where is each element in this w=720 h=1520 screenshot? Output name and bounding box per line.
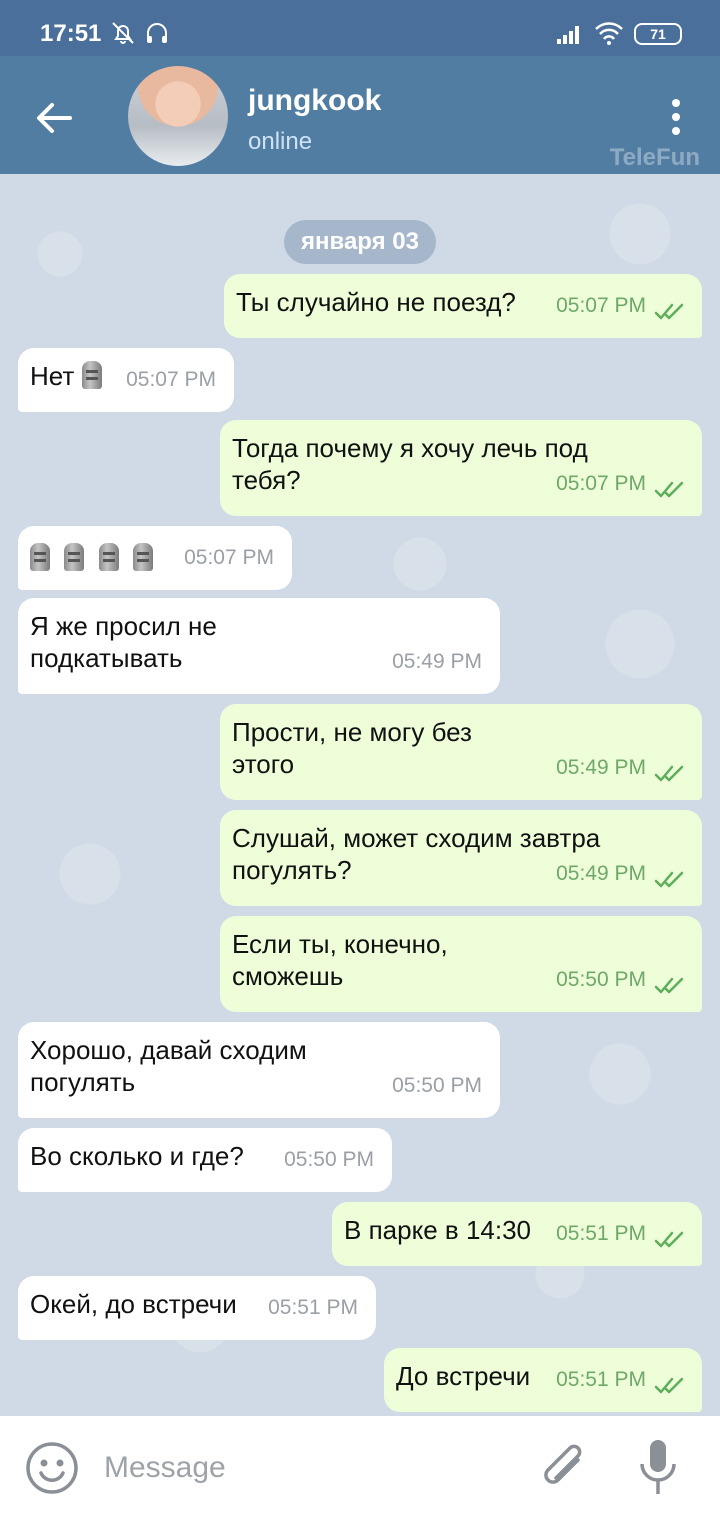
message-outgoing[interactable]: Слушай, может сходим завтра погулять? 05… xyxy=(220,810,702,906)
message-time: 05:50 PM xyxy=(392,1074,482,1097)
message-incoming[interactable]: Нет 05:07 PM xyxy=(18,348,234,412)
moai-emoji-icon xyxy=(98,543,119,571)
avatar[interactable] xyxy=(128,66,228,166)
paperclip-icon[interactable] xyxy=(538,1440,594,1496)
smiley-icon[interactable] xyxy=(24,1440,80,1496)
status-time: 17:51 xyxy=(40,20,102,47)
message-text: Тогда почему я хочу лечь под тебя? xyxy=(232,433,588,495)
status-bar: 17:51 71 xyxy=(0,0,720,56)
double-check-icon xyxy=(654,1231,684,1248)
double-check-icon xyxy=(654,303,684,320)
message-incoming[interactable]: Я же просил не подкатывать 05:49 PM xyxy=(18,598,500,694)
contact-status: online xyxy=(248,128,313,155)
watermark: TeleFun xyxy=(609,144,700,171)
message-time: 05:07 PM xyxy=(184,546,274,569)
message-time: 05:49 PM xyxy=(556,862,646,885)
message-time: 05:50 PM xyxy=(556,968,646,991)
message-incoming[interactable]: Окей, до встречи 05:51 PM xyxy=(18,1276,376,1340)
message-time: 05:07 PM xyxy=(556,472,646,495)
message-time: 05:49 PM xyxy=(556,756,646,779)
moai-emoji-icon xyxy=(133,543,154,571)
message-outgoing[interactable]: Прости, не могу без этого 05:49 PM xyxy=(220,704,702,800)
message-text: Прости, не могу без этого xyxy=(232,717,472,779)
signal-icon xyxy=(557,26,579,44)
date-separator: января 03 xyxy=(284,220,436,264)
message-time: 05:50 PM xyxy=(284,1148,374,1171)
message-text: Хорошо, давай сходим погулять xyxy=(30,1035,307,1097)
message-outgoing[interactable]: До встречи 05:51 PM xyxy=(384,1348,702,1412)
chat-header: jungkook online TeleFun xyxy=(0,56,720,174)
double-check-icon xyxy=(654,765,684,782)
contact-name[interactable]: jungkook xyxy=(248,84,381,118)
microphone-icon[interactable] xyxy=(636,1438,680,1498)
message-time: 05:07 PM xyxy=(126,368,216,391)
message-time: 05:51 PM xyxy=(268,1296,358,1319)
message-incoming[interactable]: Во сколько и где? 05:50 PM xyxy=(18,1128,392,1192)
message-text: До встречи xyxy=(396,1361,531,1391)
message-composer xyxy=(0,1416,720,1520)
double-check-icon xyxy=(654,977,684,994)
message-incoming[interactable]: Хорошо, давай сходим погулять 05:50 PM xyxy=(18,1022,500,1118)
message-text: Если ты, конечно, сможешь xyxy=(232,929,448,991)
double-check-icon xyxy=(654,1377,684,1394)
moai-emoji-icon xyxy=(81,361,102,389)
message-time: 05:49 PM xyxy=(392,650,482,673)
message-text: Окей, до встречи xyxy=(30,1289,237,1319)
arrow-left-icon[interactable] xyxy=(30,94,78,142)
message-text: В парке в 14:30 xyxy=(344,1215,532,1245)
message-outgoing[interactable]: Тогда почему я хочу лечь под тебя? 05:07… xyxy=(220,420,702,516)
more-vertical-icon[interactable] xyxy=(662,98,690,136)
message-text: Слушай, может сходим завтра погулять? xyxy=(232,823,601,885)
message-incoming[interactable]: 05:07 PM xyxy=(18,526,292,590)
message-time: 05:07 PM xyxy=(556,294,646,317)
wifi-icon xyxy=(595,22,623,45)
message-text: Я же просил не подкатывать xyxy=(30,611,217,673)
message-time: 05:51 PM xyxy=(556,1368,646,1391)
message-emoji xyxy=(30,542,154,574)
moai-emoji-icon xyxy=(64,543,85,571)
message-input[interactable] xyxy=(104,1446,504,1490)
message-outgoing[interactable]: Ты случайно не поезд? 05:07 PM xyxy=(224,274,702,338)
double-check-icon xyxy=(654,871,684,888)
message-list[interactable]: января 03 Ты случайно не поезд? 05:07 PM… xyxy=(0,174,720,1416)
double-check-icon xyxy=(654,481,684,498)
battery-indicator: 71 xyxy=(634,23,682,45)
headphones-icon xyxy=(147,23,167,43)
message-outgoing[interactable]: В парке в 14:30 05:51 PM xyxy=(332,1202,702,1266)
message-text: Нет xyxy=(30,360,102,392)
bell-muted-icon xyxy=(112,22,134,44)
moai-emoji-icon xyxy=(30,543,50,571)
message-text: Во сколько и где? xyxy=(30,1141,244,1171)
message-text: Ты случайно не поезд? xyxy=(236,287,516,317)
message-outgoing[interactable]: Если ты, конечно, сможешь 05:50 PM xyxy=(220,916,702,1012)
message-time: 05:51 PM xyxy=(556,1222,646,1245)
